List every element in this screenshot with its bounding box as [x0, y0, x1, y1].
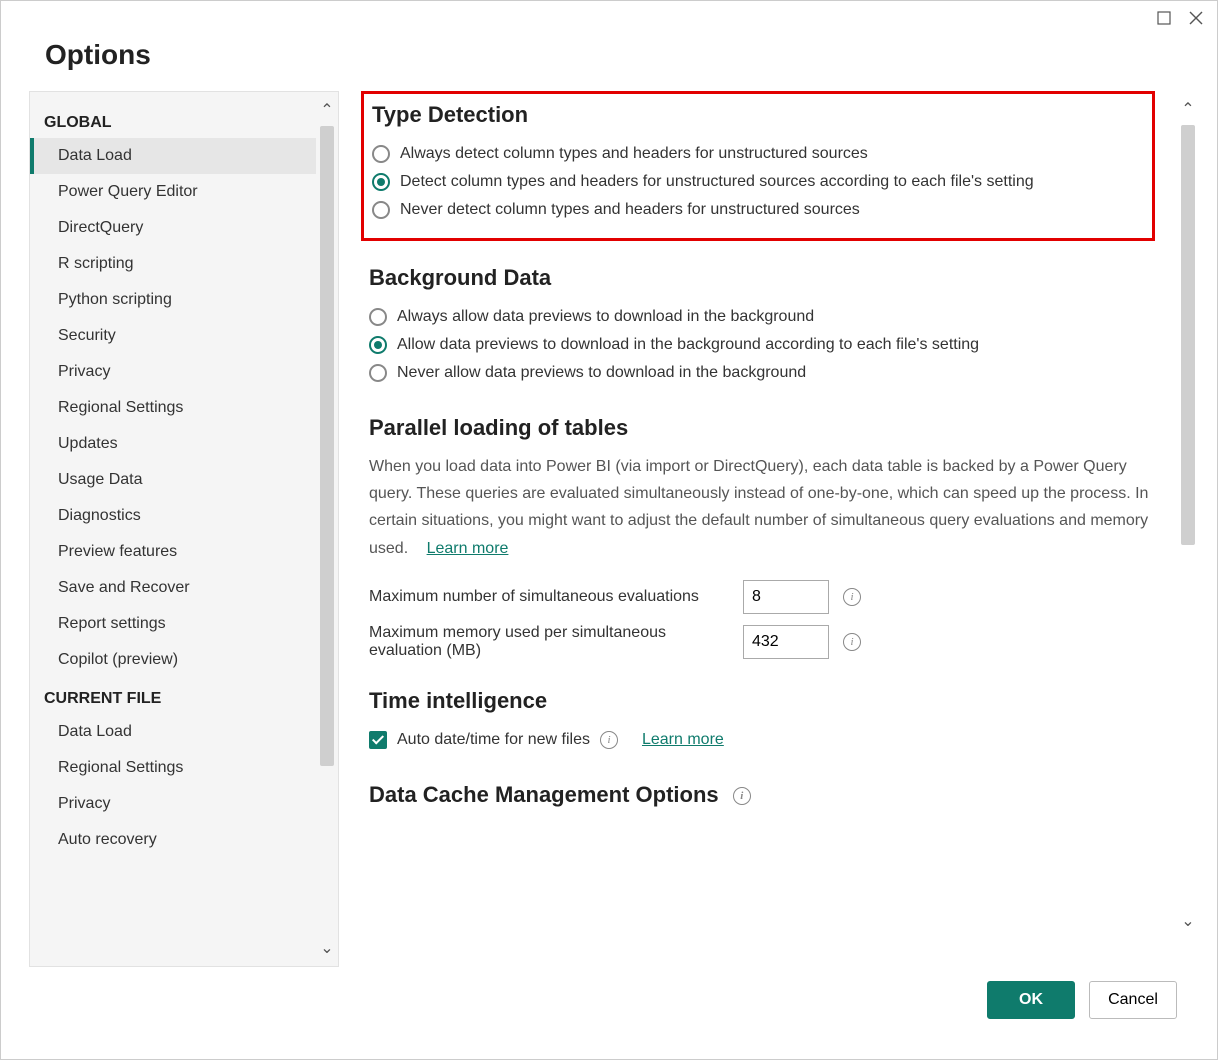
- background-data-option-0: Always allow data previews to download i…: [369, 303, 1159, 331]
- parallel-description: When you load data into Power BI (via im…: [369, 453, 1159, 562]
- sidebar-item-updates[interactable]: Updates: [30, 426, 316, 462]
- dialog-title: Options: [45, 39, 1177, 71]
- sidebar-item-diagnostics[interactable]: Diagnostics: [30, 498, 316, 534]
- auto-datetime-checkbox[interactable]: [369, 731, 387, 749]
- sidebar-group-label: GLOBAL: [30, 102, 316, 138]
- info-icon[interactable]: i: [843, 633, 861, 651]
- sidebar-item-copilot-preview-[interactable]: Copilot (preview): [30, 642, 316, 678]
- sidebar-item-preview-features[interactable]: Preview features: [30, 534, 316, 570]
- sidebar-group-label: CURRENT FILE: [30, 678, 316, 714]
- chevron-down-icon[interactable]: ⌄: [1177, 911, 1199, 931]
- time-intel-learn-more-link[interactable]: Learn more: [642, 731, 724, 749]
- scroll-thumb[interactable]: [320, 126, 334, 766]
- content-area: Type Detection Always detect column type…: [339, 91, 1177, 967]
- info-icon[interactable]: i: [843, 588, 861, 606]
- sidebar: GLOBALData LoadPower Query EditorDirectQ…: [29, 91, 339, 967]
- sidebar-item-regional-settings[interactable]: Regional Settings: [30, 390, 316, 426]
- background-data-radio-1[interactable]: [369, 336, 387, 354]
- background-data-label-2: Never allow data previews to download in…: [397, 364, 806, 382]
- type-detection-label-0: Always detect column types and headers f…: [400, 145, 868, 163]
- auto-datetime-row: Auto date/time for new files i Learn mor…: [369, 726, 1159, 754]
- max-evaluations-row: Maximum number of simultaneous evaluatio…: [369, 580, 1159, 614]
- sidebar-item-auto-recovery[interactable]: Auto recovery: [30, 822, 316, 858]
- time-intel-title: Time intelligence: [369, 688, 1159, 714]
- sidebar-item-security[interactable]: Security: [30, 318, 316, 354]
- content-scrollbar[interactable]: ⌃ ⌄: [1177, 91, 1199, 967]
- max-memory-label: Maximum memory used per simultaneous eva…: [369, 624, 729, 660]
- chevron-down-icon[interactable]: ⌄: [316, 938, 338, 958]
- parallel-title: Parallel loading of tables: [369, 415, 1159, 441]
- sidebar-item-regional-settings[interactable]: Regional Settings: [30, 750, 316, 786]
- type-detection-highlight: Type Detection Always detect column type…: [361, 91, 1155, 241]
- parallel-loading-section: Parallel loading of tables When you load…: [369, 415, 1159, 660]
- options-dialog: Options GLOBALData LoadPower Query Edito…: [0, 0, 1218, 1060]
- ok-button[interactable]: OK: [987, 981, 1075, 1019]
- parallel-learn-more-link[interactable]: Learn more: [427, 540, 509, 557]
- background-data-radio-2[interactable]: [369, 364, 387, 382]
- dialog-footer: OK Cancel: [1, 967, 1217, 1059]
- data-cache-title: Data Cache Management Options i: [369, 782, 1159, 808]
- sidebar-item-privacy[interactable]: Privacy: [30, 354, 316, 390]
- background-data-label-1: Allow data previews to download in the b…: [397, 336, 979, 354]
- auto-datetime-label: Auto date/time for new files: [397, 731, 590, 749]
- type-detection-label-2: Never detect column types and headers fo…: [400, 201, 860, 219]
- background-data-option-2: Never allow data previews to download in…: [369, 359, 1159, 387]
- chevron-up-icon[interactable]: ⌃: [1177, 99, 1199, 119]
- sidebar-item-data-load[interactable]: Data Load: [30, 138, 316, 174]
- type-detection-option-0: Always detect column types and headers f…: [372, 140, 1138, 168]
- type-detection-option-2: Never detect column types and headers fo…: [372, 196, 1138, 224]
- sidebar-item-privacy[interactable]: Privacy: [30, 786, 316, 822]
- info-icon[interactable]: i: [733, 787, 751, 805]
- type-detection-title: Type Detection: [372, 102, 1138, 128]
- sidebar-item-python-scripting[interactable]: Python scripting: [30, 282, 316, 318]
- max-evaluations-label: Maximum number of simultaneous evaluatio…: [369, 588, 729, 606]
- max-memory-row: Maximum memory used per simultaneous eva…: [369, 624, 1159, 660]
- sidebar-item-save-and-recover[interactable]: Save and Recover: [30, 570, 316, 606]
- maximize-icon[interactable]: [1157, 11, 1171, 25]
- background-data-option-1: Allow data previews to download in the b…: [369, 331, 1159, 359]
- type-detection-radio-0[interactable]: [372, 145, 390, 163]
- background-data-section: Background Data Always allow data previe…: [369, 265, 1159, 387]
- sidebar-scrollbar[interactable]: ⌃ ⌄: [316, 92, 338, 966]
- background-data-label-0: Always allow data previews to download i…: [397, 308, 814, 326]
- chevron-up-icon[interactable]: ⌃: [316, 100, 338, 120]
- type-detection-label-1: Detect column types and headers for unst…: [400, 173, 1034, 191]
- data-cache-section: Data Cache Management Options i: [369, 782, 1159, 808]
- type-detection-radio-1[interactable]: [372, 173, 390, 191]
- info-icon[interactable]: i: [600, 731, 618, 749]
- close-icon[interactable]: [1189, 11, 1203, 25]
- max-memory-input[interactable]: [743, 625, 829, 659]
- sidebar-item-data-load[interactable]: Data Load: [30, 714, 316, 750]
- background-data-radio-0[interactable]: [369, 308, 387, 326]
- type-detection-option-1: Detect column types and headers for unst…: [372, 168, 1138, 196]
- sidebar-item-r-scripting[interactable]: R scripting: [30, 246, 316, 282]
- sidebar-item-directquery[interactable]: DirectQuery: [30, 210, 316, 246]
- titlebar: [1, 1, 1217, 29]
- background-data-title: Background Data: [369, 265, 1159, 291]
- sidebar-item-usage-data[interactable]: Usage Data: [30, 462, 316, 498]
- sidebar-item-power-query-editor[interactable]: Power Query Editor: [30, 174, 316, 210]
- max-evaluations-input[interactable]: [743, 580, 829, 614]
- sidebar-item-report-settings[interactable]: Report settings: [30, 606, 316, 642]
- type-detection-radio-2[interactable]: [372, 201, 390, 219]
- time-intelligence-section: Time intelligence Auto date/time for new…: [369, 688, 1159, 754]
- cancel-button[interactable]: Cancel: [1089, 981, 1177, 1019]
- header: Options: [1, 29, 1217, 91]
- scroll-thumb[interactable]: [1181, 125, 1195, 545]
